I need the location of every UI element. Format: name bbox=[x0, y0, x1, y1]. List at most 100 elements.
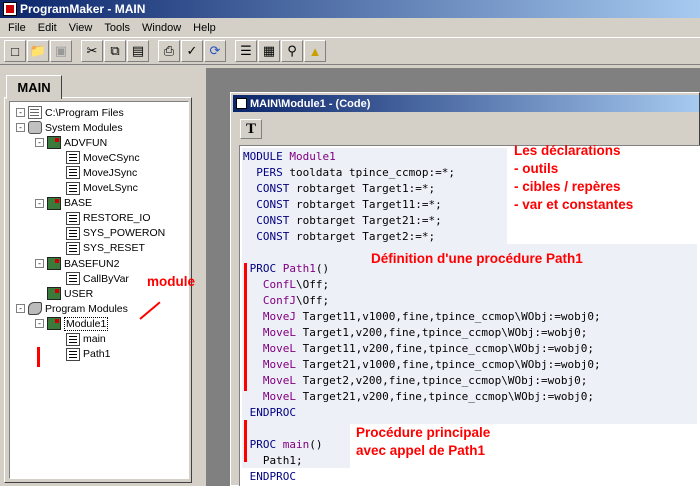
project-tree: - C:\Program Files - System Modules - ADVFUN M… bbox=[9, 101, 189, 479]
collapse-toggle-icon[interactable]: - bbox=[35, 198, 44, 208]
code-token: Target1,v200,fine,tpince_ccmop\WObj:=wob… bbox=[302, 326, 588, 339]
code-token: Path1; bbox=[262, 454, 303, 467]
copy-icon[interactable]: ⧉ bbox=[104, 40, 126, 62]
tree-item-restore-io[interactable]: RESTORE_IO bbox=[54, 211, 151, 226]
code-line: MoveL Target11,v200,fine,tpince_ccmop\WO… bbox=[243, 341, 594, 357]
tree-item-label: ADVFUN bbox=[64, 136, 108, 149]
code-line: PROC Path1() bbox=[243, 261, 330, 277]
save-icon[interactable]: ▣ bbox=[50, 40, 72, 62]
paste-icon[interactable]: ▤ bbox=[127, 40, 149, 62]
new-icon[interactable]: □ bbox=[4, 40, 26, 62]
code-line: CONST robtarget Target2:=*; bbox=[243, 229, 435, 245]
tree-item-user[interactable]: USER bbox=[35, 286, 93, 301]
menu-bar: File Edit View Tools Window Help bbox=[0, 18, 700, 37]
code-token: MODULE bbox=[243, 150, 290, 163]
format-text-button[interactable]: T bbox=[240, 119, 262, 139]
code-window-title-bar[interactable]: MAIN\Module1 - (Code) bbox=[233, 95, 699, 112]
module-icon bbox=[47, 196, 61, 210]
tree-item-label: Path1 bbox=[83, 348, 111, 361]
tree-item-callbyvar[interactable]: CallByVar bbox=[54, 271, 129, 286]
tree-item-label: C:\Program Files bbox=[45, 106, 124, 119]
annotation-declarations-title: Les déclarations bbox=[514, 143, 621, 158]
procedure-icon bbox=[66, 166, 80, 180]
code-token: MoveL bbox=[262, 358, 303, 371]
cube-icon[interactable]: ▲ bbox=[304, 40, 326, 62]
code-token: CONST bbox=[256, 230, 296, 243]
code-token: tooldata tpince_ccmop:=*; bbox=[289, 166, 455, 179]
collapse-toggle-icon[interactable]: - bbox=[35, 259, 44, 268]
collapse-toggle-icon[interactable]: - bbox=[16, 108, 25, 117]
code-token: CONST bbox=[256, 182, 296, 195]
tree-item-movecsync[interactable]: MoveCSync bbox=[54, 150, 140, 165]
find-icon[interactable]: ⚲ bbox=[281, 40, 303, 62]
procedure-icon bbox=[66, 332, 80, 346]
code-window-icon bbox=[236, 98, 247, 109]
table-icon[interactable]: ▦ bbox=[258, 40, 280, 62]
code-token: main bbox=[282, 438, 310, 451]
code-token: PROC bbox=[249, 262, 283, 275]
annotation-module: module bbox=[147, 274, 196, 289]
tree-item-label: BASE bbox=[64, 197, 93, 210]
collapse-toggle-icon[interactable]: - bbox=[35, 138, 44, 148]
tree-item-movejsync[interactable]: MoveJSync bbox=[54, 165, 137, 180]
tree-item-path1[interactable]: Path1 bbox=[54, 347, 110, 362]
collapse-toggle-icon[interactable]: - bbox=[16, 123, 25, 133]
open-icon[interactable]: 📁 bbox=[27, 40, 49, 62]
tree-item-basefun2[interactable]: - BASEFUN2 bbox=[35, 256, 119, 271]
refresh-icon[interactable]: ⟳ bbox=[204, 40, 226, 62]
menu-view[interactable]: View bbox=[63, 22, 99, 34]
print-icon[interactable]: ⎙ bbox=[158, 40, 180, 62]
code-line: Path1; bbox=[243, 453, 303, 469]
tree-item-program-modules[interactable]: - Program Modules bbox=[16, 301, 128, 316]
code-token: ConfL bbox=[262, 278, 296, 291]
tree-item-label: MoveJSync bbox=[83, 166, 138, 179]
menu-file[interactable]: File bbox=[2, 22, 32, 34]
procedure-icon bbox=[66, 181, 80, 195]
tree-item-advfun[interactable]: - ADVFUN bbox=[35, 135, 107, 150]
menu-edit[interactable]: Edit bbox=[32, 22, 63, 34]
tree-item-sys-reset[interactable]: SYS_RESET bbox=[54, 241, 145, 256]
tab-main[interactable]: MAIN bbox=[6, 75, 62, 99]
code-line: ConfL\Off; bbox=[243, 277, 329, 293]
menu-tools[interactable]: Tools bbox=[98, 22, 136, 34]
tree-item-movelsync[interactable]: MoveLSync bbox=[54, 181, 138, 196]
code-token: PROC bbox=[249, 438, 283, 451]
code-token: Target21,v1000,fine,tpince_ccmop\WObj:=w… bbox=[302, 358, 601, 371]
procedure-icon bbox=[66, 211, 80, 225]
annotation-main-proc-1: Procédure principale bbox=[356, 425, 491, 440]
tree-item-module1[interactable]: - Module1 bbox=[35, 316, 109, 331]
module-icon bbox=[47, 257, 61, 270]
cut-icon[interactable]: ✂ bbox=[81, 40, 103, 62]
check-icon[interactable]: ✓ bbox=[181, 40, 203, 62]
code-token: Path1 bbox=[282, 262, 316, 275]
tree-item-base[interactable]: - BASE bbox=[35, 196, 92, 211]
procedure-icon bbox=[66, 151, 80, 165]
tree-item-main[interactable]: main bbox=[54, 332, 106, 347]
collapse-toggle-icon[interactable]: - bbox=[16, 304, 25, 314]
code-token: CONST bbox=[256, 214, 296, 227]
code-line: PROC main() bbox=[243, 437, 323, 453]
tree-item-sys-poweron[interactable]: SYS_POWERON bbox=[54, 226, 165, 241]
code-token: \Off; bbox=[296, 294, 330, 307]
code-token: PERS bbox=[256, 166, 290, 179]
code-token: Target11,v1000,fine,tpince_ccmop\WObj:=w… bbox=[302, 310, 601, 323]
collapse-toggle-icon[interactable]: - bbox=[35, 319, 44, 329]
menu-help[interactable]: Help bbox=[187, 22, 222, 34]
annotation-proc-definition: Définition d'une procédure Path1 bbox=[371, 251, 583, 266]
tree-item-c-program-files[interactable]: - C:\Program Files bbox=[16, 105, 124, 120]
list-icon[interactable]: ☰ bbox=[235, 40, 257, 62]
code-token: MoveL bbox=[262, 326, 303, 339]
menu-window[interactable]: Window bbox=[136, 22, 187, 34]
tree-item-system-modules[interactable]: - System Modules bbox=[16, 120, 123, 135]
code-token: Module1 bbox=[289, 150, 336, 163]
code-line: MoveL Target21,v200,fine,tpince_ccmop\WO… bbox=[243, 389, 594, 405]
system-modules-icon bbox=[28, 121, 42, 135]
